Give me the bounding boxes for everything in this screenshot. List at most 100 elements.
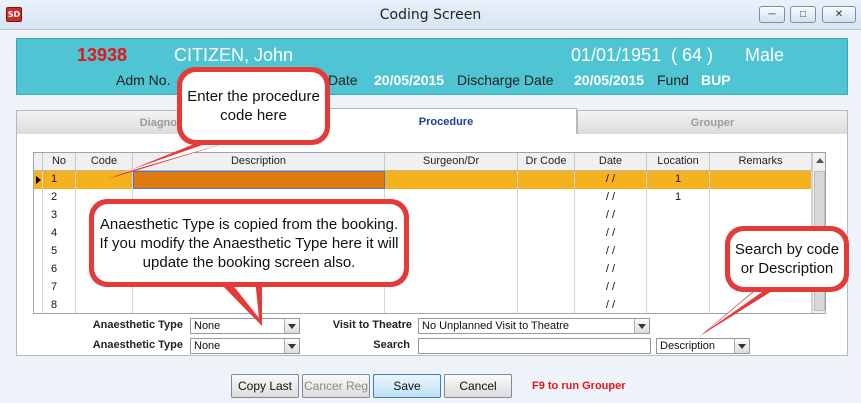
dr-code-cell[interactable] — [518, 225, 575, 243]
row-no: 2 — [43, 189, 76, 207]
search-input[interactable] — [418, 338, 651, 354]
date-cell[interactable]: / / — [575, 189, 647, 207]
code-cell[interactable] — [76, 297, 133, 313]
location-cell[interactable] — [647, 225, 710, 243]
row-no: 3 — [43, 207, 76, 225]
date-cell[interactable]: / / — [575, 171, 647, 189]
date-cell[interactable]: / / — [575, 279, 647, 297]
adm-no-value: 13938 — [77, 45, 128, 65]
remarks-cell[interactable] — [710, 297, 812, 313]
location-cell[interactable] — [647, 279, 710, 297]
date-cell[interactable]: / / — [575, 207, 647, 225]
location-cell[interactable] — [647, 243, 710, 261]
adm-no-label: Adm No. — [116, 72, 171, 88]
dr-code-cell[interactable] — [518, 297, 575, 313]
date-cell[interactable]: / / — [575, 225, 647, 243]
remarks-cell[interactable] — [710, 171, 812, 189]
column-header-surgeon[interactable]: Surgeon/Dr — [385, 153, 518, 170]
row-selector[interactable] — [34, 189, 43, 207]
patient-sex: Male — [745, 45, 785, 65]
chevron-down-icon[interactable] — [634, 319, 649, 333]
dr-code-cell[interactable] — [518, 261, 575, 279]
column-header-dr-code[interactable]: Dr Code — [518, 153, 575, 170]
anaesthetic-type-value: None — [194, 320, 221, 332]
discharge-date-value: 20/05/2015 — [574, 72, 645, 88]
save-button[interactable]: Save — [373, 374, 441, 398]
location-cell[interactable] — [647, 297, 710, 313]
tab-grouper[interactable]: Grouper — [577, 110, 848, 135]
grid-header: No Code Description Surgeon/Dr Dr Code D… — [34, 153, 812, 171]
fund-label: Fund — [657, 72, 689, 88]
procedure-code-callout-text: Enter the procedure code here — [182, 72, 325, 140]
visit-to-theatre-label: Visit to Theatre — [332, 319, 412, 331]
copy-last-button[interactable]: Copy Last — [231, 374, 299, 398]
surgeon-cell[interactable] — [385, 171, 518, 189]
date-cell[interactable]: / / — [575, 297, 647, 313]
dr-code-cell[interactable] — [518, 189, 575, 207]
location-cell[interactable] — [647, 261, 710, 279]
admit-date-value: 20/05/2015 — [374, 72, 445, 88]
row-selector[interactable] — [34, 297, 43, 313]
search-callout-text: Search by code or Description — [730, 231, 844, 287]
search-callout: Search by code or Description — [725, 226, 849, 292]
dr-code-cell[interactable] — [518, 207, 575, 225]
description-cell[interactable] — [133, 171, 385, 189]
title-bar: SD Coding Screen ─ □ ✕ — [0, 0, 861, 30]
visit-to-theatre-value: No Unplanned Visit to Theatre — [422, 320, 569, 332]
tab-strip: Diagnosis Procedure Grouper — [16, 108, 848, 135]
column-header-date[interactable]: Date — [575, 153, 647, 170]
row-selector[interactable] — [34, 243, 43, 261]
discharge-date-label: Discharge Date — [457, 72, 554, 88]
column-header-no[interactable]: No — [43, 153, 76, 170]
table-row[interactable]: 8 / / — [34, 297, 812, 313]
row-selector[interactable] — [34, 207, 43, 225]
scroll-up-icon[interactable] — [816, 158, 824, 163]
search-mode-select[interactable]: Description — [656, 338, 750, 354]
location-cell[interactable] — [647, 207, 710, 225]
date-cell[interactable]: / / — [575, 261, 647, 279]
date-cell[interactable]: / / — [575, 243, 647, 261]
grouper-hint: F9 to run Grouper — [532, 380, 626, 392]
column-header-location[interactable]: Location — [647, 153, 710, 170]
chevron-down-icon[interactable] — [284, 339, 299, 353]
cancel-button[interactable]: Cancel — [444, 374, 512, 398]
surgeon-cell[interactable] — [385, 189, 518, 207]
dr-code-cell[interactable] — [518, 279, 575, 297]
remarks-cell[interactable] — [710, 189, 812, 207]
surgeon-cell[interactable] — [385, 297, 518, 313]
maximize-button[interactable]: □ — [790, 6, 816, 23]
column-header-remarks[interactable]: Remarks — [710, 153, 812, 170]
chevron-down-icon[interactable] — [284, 319, 299, 333]
code-cell[interactable] — [76, 171, 133, 189]
surgeon-cell[interactable] — [385, 279, 518, 297]
visit-to-theatre-select[interactable]: No Unplanned Visit to Theatre — [418, 318, 650, 334]
anaesthetic-callout: Anaesthetic Type is copied from the book… — [89, 199, 409, 287]
anaesthetic-type-select-2[interactable]: None — [190, 338, 300, 354]
dr-code-cell[interactable] — [518, 243, 575, 261]
remarks-cell[interactable] — [710, 207, 812, 225]
close-button[interactable]: ✕ — [822, 6, 856, 23]
anaesthetic-type-select[interactable]: None — [190, 318, 300, 334]
description-cell[interactable] — [133, 297, 385, 313]
cancer-reg-button[interactable]: Cancer Reg — [302, 374, 370, 398]
chevron-down-icon[interactable] — [734, 339, 749, 353]
location-cell[interactable]: 1 — [647, 171, 710, 189]
row-selector[interactable] — [34, 171, 43, 189]
search-label: Search — [373, 339, 410, 351]
row-selector[interactable] — [34, 279, 43, 297]
patient-age: ( 64 ) — [671, 45, 714, 65]
close-icon: ✕ — [834, 9, 844, 20]
window-title: Coding Screen — [379, 7, 482, 23]
row-selector[interactable] — [34, 225, 43, 243]
minimize-button[interactable]: ─ — [759, 6, 785, 23]
tab-procedure[interactable]: Procedure — [315, 108, 577, 135]
location-cell[interactable]: 1 — [647, 189, 710, 207]
dr-code-cell[interactable] — [518, 171, 575, 189]
row-selector[interactable] — [34, 261, 43, 279]
row-no: 5 — [43, 243, 76, 261]
column-header-description[interactable]: Description — [133, 153, 385, 170]
table-row[interactable]: 1 / / 1 — [34, 171, 812, 189]
anaesthetic-type-label-2: Anaesthetic Type — [92, 339, 183, 351]
column-header-code[interactable]: Code — [76, 153, 133, 170]
anaesthetic-type-value-2: None — [194, 340, 221, 352]
